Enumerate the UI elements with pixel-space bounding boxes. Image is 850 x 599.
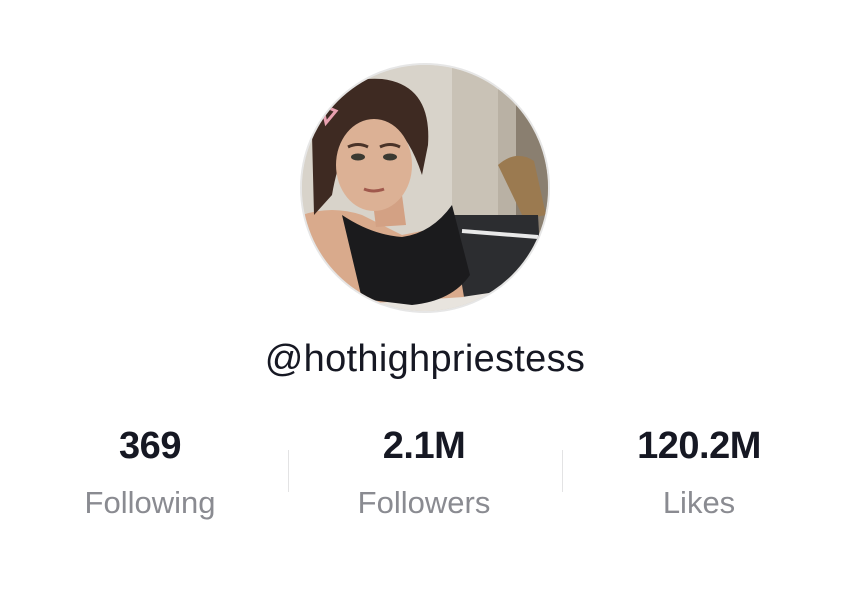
followers-count: 2.1M: [382, 425, 466, 467]
stat-likes: 120.2M Likes: [569, 418, 829, 530]
following-count: 369: [119, 425, 181, 467]
following-label: Following: [84, 485, 216, 520]
avatar[interactable]: [302, 65, 548, 311]
likes-count: 120.2M: [637, 425, 761, 467]
divider: [562, 450, 563, 492]
likes-label: Likes: [662, 485, 736, 520]
followers-label: Followers: [357, 485, 491, 520]
divider: [288, 450, 289, 492]
profile-photo-icon: [302, 65, 548, 311]
stat-followers[interactable]: 2.1M Followers: [294, 418, 554, 530]
username: @hothighpriestess: [264, 338, 586, 380]
stat-following[interactable]: 369 Following: [20, 418, 280, 530]
profile-header: @hothighpriestess 369 Following 2.1M Fol…: [0, 0, 850, 599]
profile-stats: 369 Following 2.1M Followers 120.2M Like…: [0, 418, 850, 528]
